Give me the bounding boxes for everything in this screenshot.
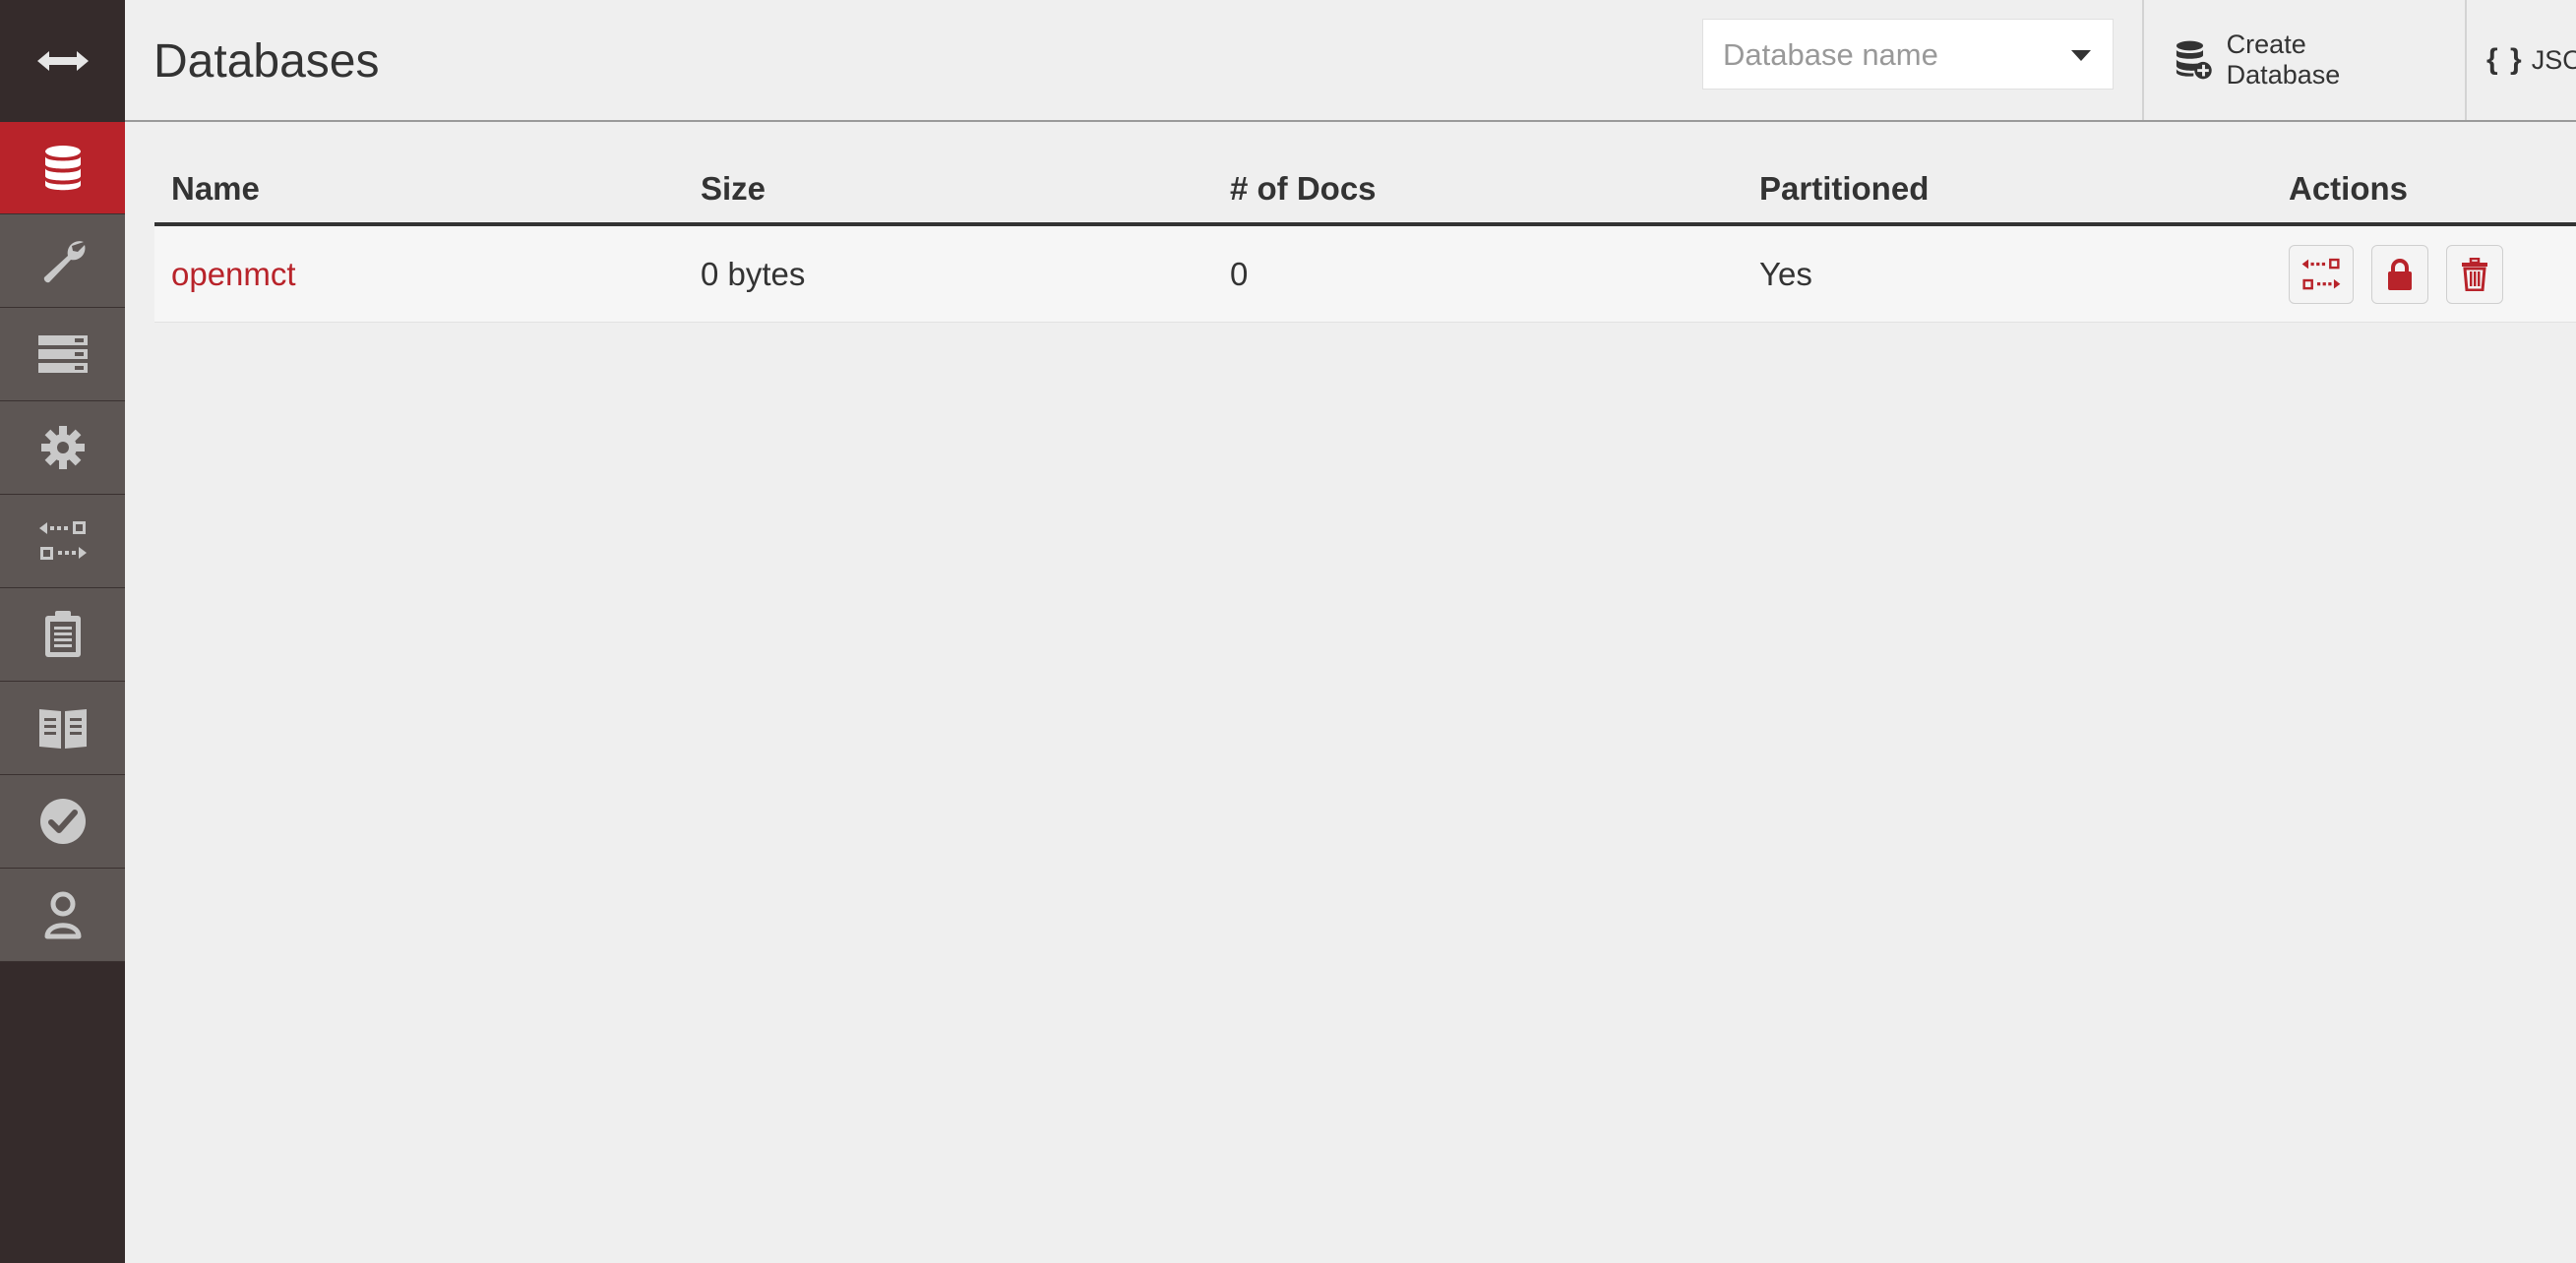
database-name-select[interactable] [1702,19,2114,90]
main-content: Databases Create Database { } JSON [125,0,2576,1263]
sidebar-nav [0,122,125,962]
column-header-size[interactable]: Size [684,155,1213,226]
sidebar-item-user[interactable] [0,869,125,962]
databases-table-container: Name Size # of Docs Partitioned Actions … [154,155,2576,323]
wrench-icon [43,241,85,283]
page-header: Databases Create Database { } JSON [125,0,2576,122]
sidebar-item-active-tasks[interactable] [0,308,125,401]
databases-table: Name Size # of Docs Partitioned Actions … [154,155,2576,323]
server-icon [37,335,88,373]
delete-database-button[interactable] [2446,244,2503,304]
database-size-cell: 0 bytes [684,224,1213,323]
sidebar-item-replication[interactable] [0,495,125,588]
user-icon [44,891,81,939]
database-partitioned-cell: Yes [1743,224,2272,323]
json-label: JSON [2531,44,2576,75]
replicate-button[interactable] [2289,244,2354,304]
check-circle-icon [39,799,86,844]
permissions-button[interactable] [2371,244,2428,304]
database-name-input[interactable] [1721,20,2069,90]
column-header-name[interactable]: Name [154,155,684,226]
create-database-label: Create Database [2226,30,2341,90]
json-view-button[interactable]: { } JSON [2467,0,2576,120]
double-arrow-icon [36,51,89,71]
database-icon [44,145,81,190]
sidebar-item-book[interactable] [0,682,125,775]
braces-icon: { } [2486,43,2524,76]
replication-icon [2301,258,2341,289]
sidebar-item-setup[interactable] [0,214,125,308]
sidebar-item-config[interactable] [0,401,125,495]
sidebar-toggle-button[interactable] [0,0,125,122]
replication-icon [38,521,87,560]
column-header-partitioned[interactable]: Partitioned [1743,155,2272,226]
database-docs-cell: 0 [1213,224,1743,323]
sidebar [0,0,125,1263]
sidebar-item-databases[interactable] [0,122,125,214]
table-row: openmct 0 bytes 0 Yes [154,224,2576,323]
column-header-docs[interactable]: # of Docs [1213,155,1743,226]
sidebar-item-verify[interactable] [0,775,125,869]
gear-icon [40,426,85,469]
column-header-actions: Actions [2272,155,2576,226]
book-icon [38,709,87,749]
chevron-down-icon[interactable] [2071,50,2091,61]
trash-icon [2462,257,2487,291]
page-title: Databases [153,35,380,88]
table-header-row: Name Size # of Docs Partitioned Actions [154,155,2576,226]
row-actions [2289,244,2576,304]
database-link[interactable]: openmct [171,256,296,292]
lock-icon [2388,258,2412,290]
clipboard-icon [44,611,81,657]
create-database-button[interactable]: Create Database [2143,0,2421,120]
sidebar-item-documentation[interactable] [0,588,125,682]
database-add-icon [2176,40,2212,80]
database-actions-cell [2272,224,2576,323]
database-name-cell: openmct [154,224,684,323]
